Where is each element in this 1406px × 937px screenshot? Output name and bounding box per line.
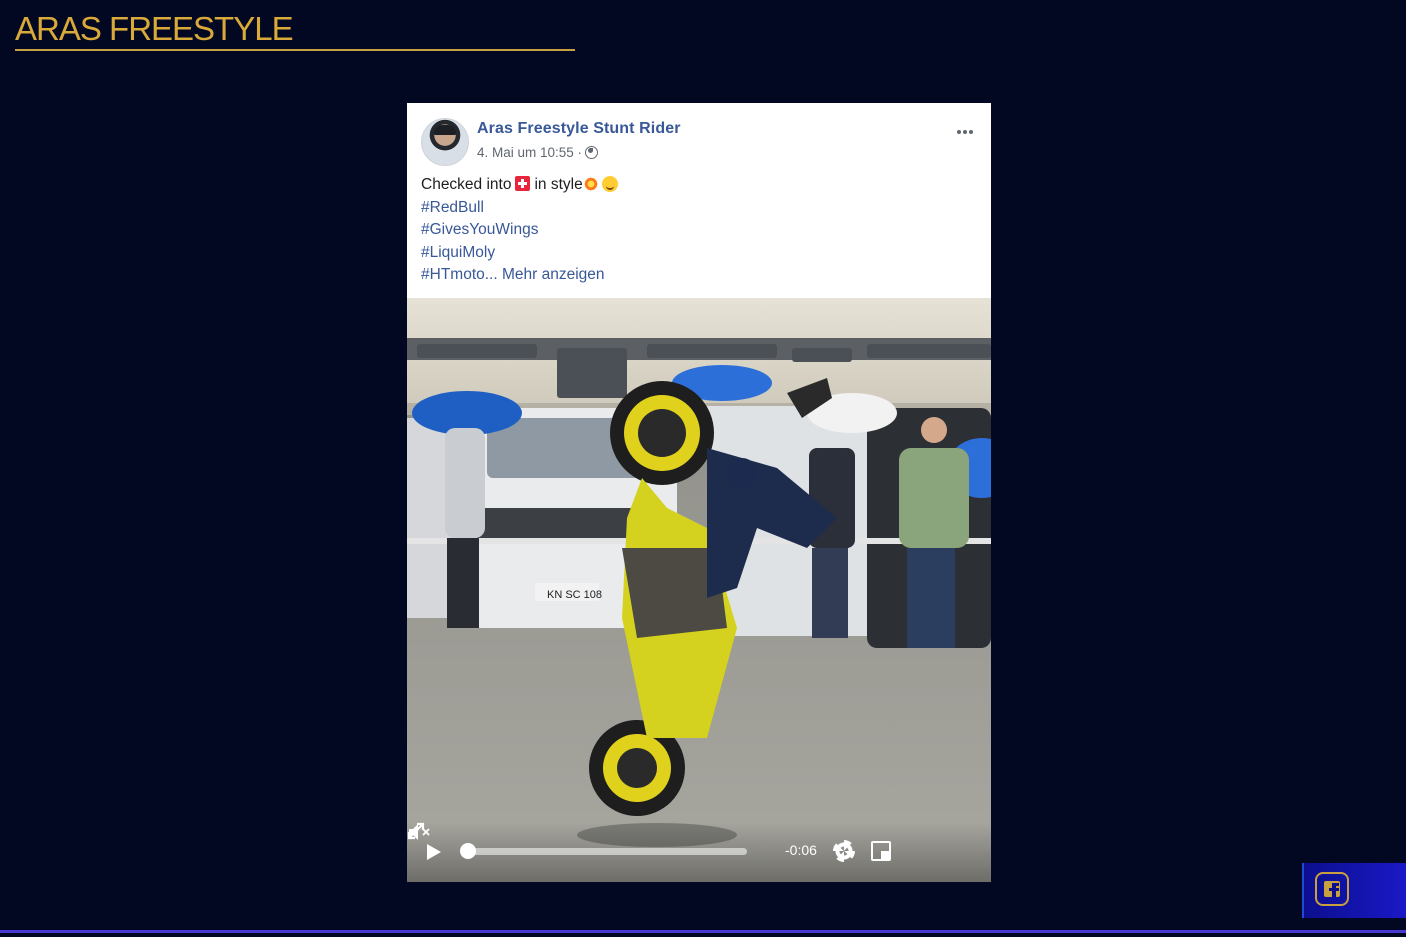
facebook-post-embed: Aras Freestyle Stunt Rider 4. Mai um 10:…	[407, 103, 991, 882]
video-controls: -0:06	[407, 822, 991, 882]
post-text: Checked into in style #RedBull #GivesYouW…	[421, 174, 618, 287]
play-icon[interactable]	[427, 844, 441, 860]
author-avatar[interactable]	[421, 118, 469, 166]
author-name-link[interactable]: Aras Freestyle Stunt Rider	[477, 120, 681, 138]
social-links-panel	[1302, 863, 1406, 918]
hashtag-link[interactable]: #LiquiMoly	[421, 242, 618, 265]
picture-in-picture-icon[interactable]	[871, 841, 891, 861]
more-options-icon[interactable]	[957, 121, 979, 134]
globe-icon	[585, 146, 599, 159]
time-remaining: -0:06	[785, 842, 817, 858]
post-text-prefix: Checked into	[421, 176, 512, 193]
footer-divider	[0, 930, 1406, 933]
video-frame-image: KN SC 108	[407, 298, 991, 882]
show-more-link[interactable]: Mehr anzeigen	[502, 266, 605, 283]
video-player[interactable]: KN SC 108 -0:06	[407, 298, 991, 882]
hashtag-link[interactable]: #RedBull	[421, 197, 618, 220]
post-text-middle: in style	[534, 176, 583, 193]
post-header: Aras Freestyle Stunt Rider 4. Mai um 10:…	[407, 103, 991, 298]
collision-icon	[582, 176, 599, 192]
hashtag-link[interactable]: #GivesYouWings	[421, 219, 618, 242]
license-plate-text: KN SC 108	[547, 589, 602, 601]
post-text-last-line: #HTmoto... Mehr anzeigen	[421, 264, 618, 287]
wink-emoji-icon	[601, 176, 618, 192]
progress-scrubber[interactable]	[460, 843, 476, 859]
post-timestamp[interactable]: 4. Mai um 10:55 ·	[477, 145, 599, 160]
post-text-line: Checked into in style	[421, 174, 618, 197]
gear-icon[interactable]	[833, 840, 855, 862]
page-title: ARAS FREESTYLE	[15, 9, 575, 51]
swiss-flag-icon	[515, 176, 531, 191]
progress-bar[interactable]	[464, 848, 747, 855]
timestamp-text[interactable]: 4. Mai um 10:55 ·	[477, 145, 582, 160]
mute-icon[interactable]	[407, 822, 433, 842]
hashtag-link[interactable]: #HTmoto...	[421, 266, 498, 283]
facebook-icon[interactable]	[1315, 872, 1349, 906]
